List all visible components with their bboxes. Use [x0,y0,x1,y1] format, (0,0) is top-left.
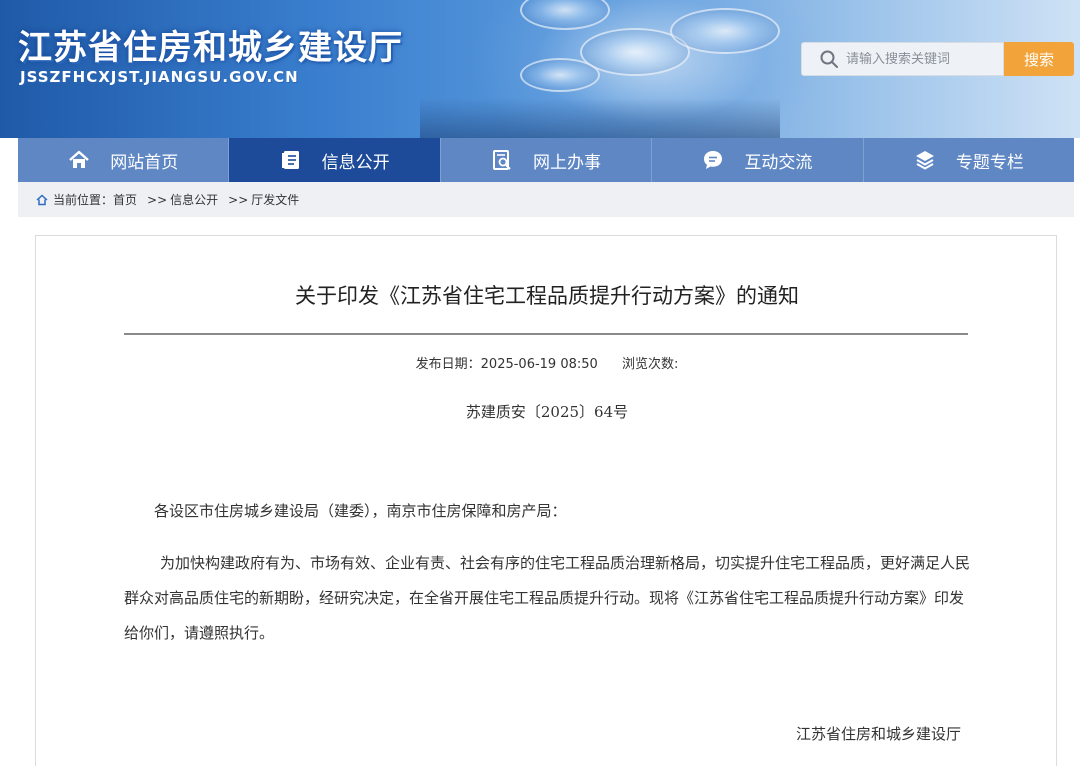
nav-item-interaction[interactable]: 互动交流 [652,138,864,182]
publish-date: 发布日期：2025-06-19 08:50 [416,357,598,372]
breadcrumb-prefix: 当前位置： [53,193,114,207]
salutation: 各设区市住房城乡建设局（建委），南京市住房保障和房产局： [154,502,567,520]
publish-date-label: 发布日期： [415,357,481,372]
article-meta: 发布日期：2025-06-19 08:50 浏览次数: [36,353,1058,372]
article-title: 关于印发《江苏省住宅工程品质提升行动方案》的通知 [295,284,799,308]
search-button[interactable]: 搜索 [1004,42,1074,76]
banner-skyline [420,98,780,138]
stadium-dome-4 [520,58,600,92]
layers-icon [914,149,936,171]
nav-item-label: 网站首页 [110,152,179,173]
title-divider [124,333,968,335]
nav-item-special-topics[interactable]: 专题专栏 [864,138,1074,182]
nav-item-label: 信息公开 [321,152,390,173]
article-panel: 关于印发《江苏省住宅工程品质提升行动方案》的通知 发布日期：2025-06-19… [35,235,1057,766]
document-icon [280,149,302,171]
site-url: JSSZFHCXJST.JIANGSU.GOV.CN [20,68,299,86]
main-nav: 网站首页 信息公开 网上办事 互动交流 专题专栏 [18,138,1074,182]
publish-date-value: 2025-06-19 08:50 [480,357,598,372]
breadcrumb-home-link[interactable]: 首页 [113,191,137,208]
nav-item-label: 互动交流 [744,152,813,173]
nav-item-home[interactable]: 网站首页 [18,138,230,182]
breadcrumb-docs-link[interactable]: 厅发文件 [251,191,299,208]
search-box [801,42,1004,76]
chat-icon [702,149,724,171]
nav-item-label: 专题专栏 [955,152,1024,173]
online-service-icon [491,149,513,171]
header-banner: 江苏省住房和城乡建设厅 JSSZFHCXJST.JIANGSU.GOV.CN 搜… [0,0,1080,138]
stadium-dome-3 [670,8,780,54]
document-number: 苏建质安〔2025〕64号 [465,403,629,421]
home-icon [68,149,90,171]
breadcrumb: 当前位置： 首页 >> 信息公开 >> 厅发文件 [18,182,1074,217]
search-icon [819,49,839,69]
view-count-label: 浏览次数: [621,357,679,372]
site-title[interactable]: 江苏省住房和城乡建设厅 [18,20,403,69]
body-paragraph: 为加快构建政府有为、市场有效、企业有责、社会有序的住宅工程品质治理新格局，切实提… [124,554,971,642]
signature: 江苏省住房和城乡建设厅 [795,725,961,743]
breadcrumb-info-link[interactable]: 信息公开 [170,191,218,208]
nav-item-label: 网上办事 [533,152,602,173]
nav-item-online-service[interactable]: 网上办事 [441,138,653,182]
search-input[interactable] [846,51,996,67]
breadcrumb-separator: >> [228,192,249,207]
breadcrumb-separator: >> [147,192,168,207]
nav-item-info-disclosure[interactable]: 信息公开 [229,138,441,182]
location-home-icon [36,193,48,206]
